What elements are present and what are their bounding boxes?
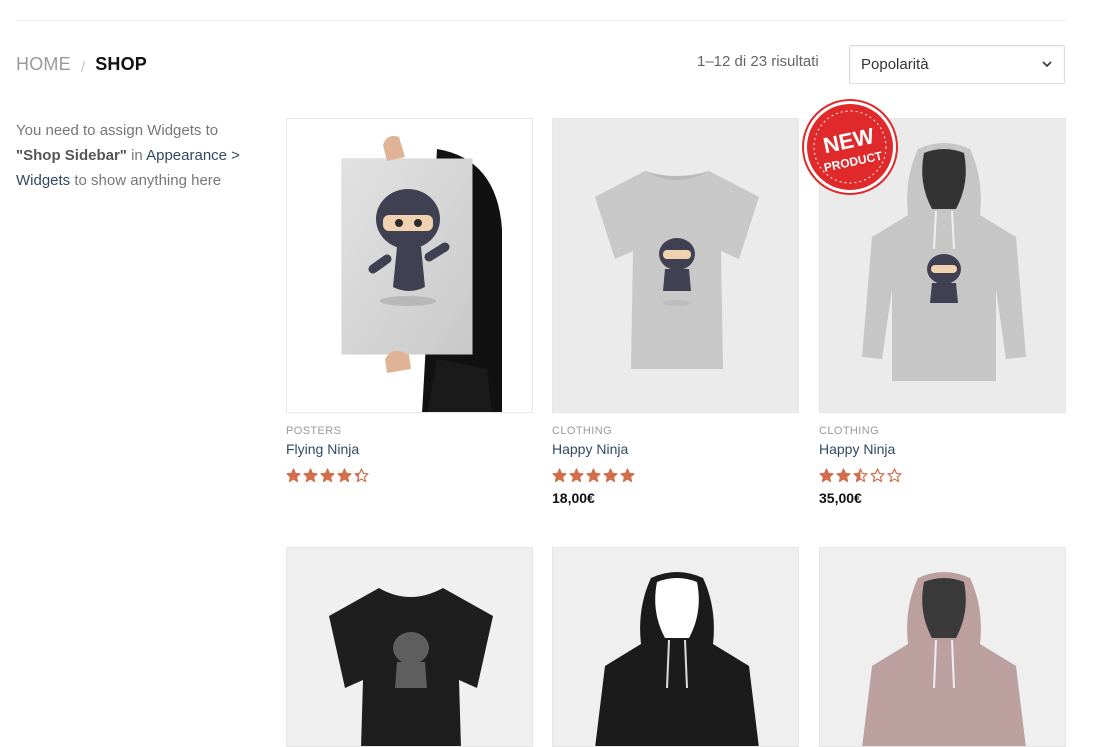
star-icon	[286, 468, 301, 483]
star-icon	[620, 468, 635, 483]
product-image[interactable]	[286, 118, 533, 413]
star-icon	[320, 468, 335, 483]
product-category[interactable]: CLOTHING	[819, 425, 1066, 437]
product-title[interactable]: Happy Ninja	[552, 441, 799, 457]
product-category[interactable]: POSTERS	[286, 425, 533, 437]
star-icon	[819, 468, 834, 483]
tshirt-illustration	[553, 119, 798, 412]
product-card[interactable]	[552, 547, 799, 747]
sidebar-text-end: to show anything here	[74, 172, 222, 189]
shop-sidebar: You need to assign Widgets to "Shop Side…	[16, 118, 256, 193]
breadcrumb-current: SHOP	[95, 54, 147, 74]
product-card[interactable]: POSTERS Flying Ninja	[286, 118, 533, 484]
star-icon	[586, 468, 601, 483]
product-card[interactable]: CLOTHING Happy Ninja 18,00€	[552, 118, 799, 506]
star-icon	[552, 468, 567, 483]
breadcrumb-home-link[interactable]: HOME	[16, 54, 71, 75]
new-product-badge-icon: NEW PRODUCT	[802, 99, 898, 195]
product-image[interactable]	[286, 547, 533, 747]
product-image[interactable]	[552, 547, 799, 747]
product-image[interactable]	[819, 547, 1066, 747]
star-icon	[836, 468, 851, 483]
sidebar-text-in: in	[131, 147, 143, 164]
sidebar-name: "Shop Sidebar"	[16, 147, 127, 164]
star-icon	[303, 468, 318, 483]
star-rating	[286, 468, 533, 484]
star-icon	[853, 468, 868, 483]
sort-select[interactable]: Popolarità	[849, 45, 1065, 84]
star-icon	[603, 468, 618, 483]
sidebar-text: You need to assign Widgets to	[16, 122, 219, 139]
breadcrumb-separator: /	[80, 59, 86, 76]
product-price: 18,00€	[552, 490, 595, 506]
black-hoodie-illustration	[553, 548, 798, 746]
product-title[interactable]: Flying Ninja	[286, 441, 533, 457]
dark-tshirt-illustration	[287, 548, 532, 746]
star-rating	[552, 468, 799, 484]
result-count: 1–12 di 23 risultati	[697, 53, 819, 70]
product-card[interactable]	[286, 547, 533, 747]
pink-hoodie-illustration	[820, 548, 1065, 746]
breadcrumb: HOME / SHOP	[16, 54, 147, 76]
product-title[interactable]: Happy Ninja	[819, 441, 1066, 457]
sort-selected-value: Popolarità	[861, 56, 929, 73]
star-icon	[887, 468, 902, 483]
product-category[interactable]: CLOTHING	[552, 425, 799, 437]
star-icon	[870, 468, 885, 483]
star-icon	[354, 468, 369, 483]
header-divider	[16, 20, 1066, 21]
product-card[interactable]	[819, 547, 1066, 747]
poster-illustration	[287, 119, 532, 412]
chevron-down-icon	[1042, 61, 1052, 68]
star-icon	[337, 468, 352, 483]
product-price: 35,00€	[819, 490, 862, 506]
product-image[interactable]	[552, 118, 799, 413]
star-icon	[569, 468, 584, 483]
star-rating	[819, 468, 1066, 484]
